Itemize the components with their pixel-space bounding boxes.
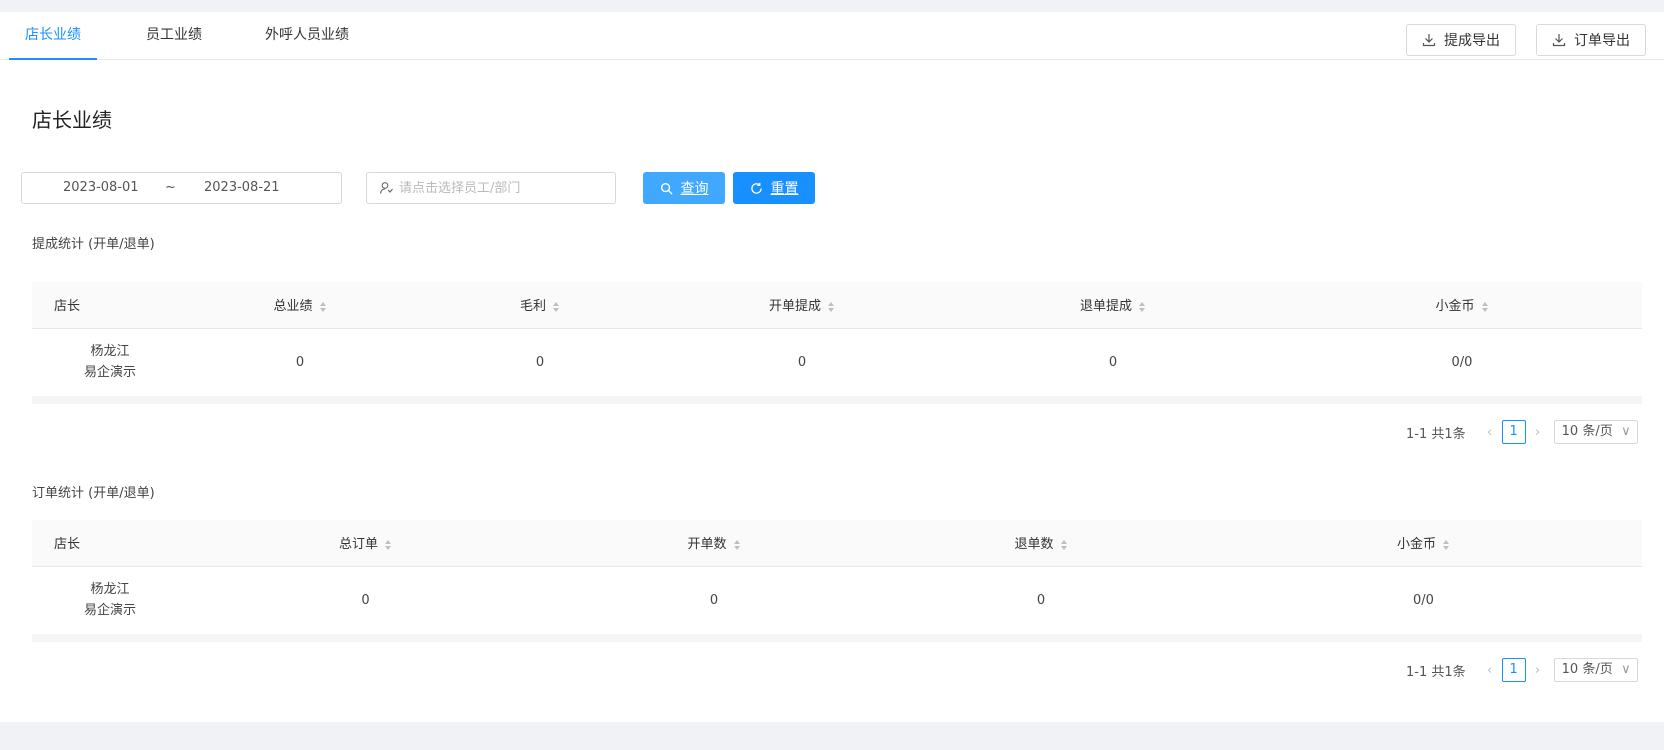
commission-table: 店长 总业绩 毛利 开单提成 退单提成 小金币 杨龙江 易企演示 0 0 0 0 … [32, 282, 1642, 397]
download-icon [1552, 34, 1566, 47]
date-range-picker[interactable]: 2023-08-01 ~ 2023-08-21 [21, 172, 342, 204]
commission-pagination: 1-1 共1条 ‹ 1 › 10 条/页 ∨ [1406, 420, 1638, 444]
page-number[interactable]: 1 [1501, 420, 1526, 444]
sort-icon[interactable] [1060, 539, 1068, 551]
date-end[interactable]: 2023-08-21 [204, 180, 280, 195]
page-number[interactable]: 1 [1501, 658, 1526, 682]
column-header[interactable]: 开单提成 [660, 282, 944, 329]
table-header-row: 店长 总订单 开单数 退单数 小金币 [32, 520, 1642, 567]
open-orders-cell: 0 [551, 566, 877, 635]
column-header[interactable]: 小金币 [1205, 520, 1642, 567]
sort-icon[interactable] [552, 301, 560, 313]
commission-export-label: 提成导出 [1444, 33, 1500, 49]
date-separator: ~ [165, 180, 176, 195]
table-row: 杨龙江 易企演示 0 0 0 0 0/0 [32, 328, 1642, 397]
download-icon [1422, 34, 1436, 47]
reset-label: 重置 [770, 181, 799, 197]
employee-select[interactable] [366, 172, 616, 204]
sort-icon[interactable] [733, 539, 741, 551]
gold-coin-cell: 0/0 [1205, 566, 1642, 635]
employee-input[interactable] [399, 180, 599, 196]
date-start[interactable]: 2023-08-01 [63, 180, 139, 195]
sort-icon[interactable] [319, 301, 327, 313]
sort-icon[interactable] [1442, 539, 1450, 551]
horizontal-scrollbar[interactable] [32, 396, 1642, 404]
tab-bar: 店长业绩 员工业绩 外呼人员业绩 提成导出 订单导出 [0, 12, 1664, 60]
total-performance-cell: 0 [180, 328, 420, 397]
column-header[interactable]: 总订单 [180, 520, 551, 567]
search-icon [660, 182, 673, 195]
sort-icon[interactable] [1481, 301, 1489, 313]
commission-export-button[interactable]: 提成导出 [1406, 24, 1516, 56]
main-card: 店长业绩 员工业绩 外呼人员业绩 提成导出 订单导出 店长业绩 2023-08-… [0, 12, 1664, 722]
open-commission-cell: 0 [660, 328, 944, 397]
manager-cell: 杨龙江 易企演示 [32, 328, 180, 397]
table-header-row: 店长 总业绩 毛利 开单提成 退单提成 小金币 [32, 282, 1642, 329]
commission-section-title: 提成统计 (开单/退单) [32, 237, 155, 252]
tab-outbound-staff[interactable]: 外呼人员业绩 [258, 12, 356, 60]
order-export-label: 订单导出 [1574, 33, 1630, 49]
reload-icon [750, 182, 762, 194]
sort-icon[interactable] [1138, 301, 1146, 313]
horizontal-scrollbar[interactable] [32, 634, 1642, 642]
sort-icon[interactable] [827, 301, 835, 313]
reset-button[interactable]: 重置 [733, 172, 815, 204]
total-orders-cell: 0 [180, 566, 551, 635]
order-table: 店长 总订单 开单数 退单数 小金币 杨龙江 易企演示 0 0 0 0/0 [32, 520, 1642, 635]
page-title: 店长业绩 [32, 108, 112, 132]
column-header[interactable]: 毛利 [420, 282, 660, 329]
column-header: 店长 [32, 520, 180, 567]
order-pagination: 1-1 共1条 ‹ 1 › 10 条/页 ∨ [1406, 658, 1638, 682]
column-header[interactable]: 退单数 [877, 520, 1205, 567]
pagination-total: 1-1 共1条 [1406, 426, 1466, 442]
query-button[interactable]: 查询 [643, 172, 725, 204]
refund-orders-cell: 0 [877, 566, 1205, 635]
refund-commission-cell: 0 [944, 328, 1282, 397]
next-page-icon[interactable]: › [1532, 425, 1544, 440]
column-header[interactable]: 总业绩 [180, 282, 420, 329]
pagination-total: 1-1 共1条 [1406, 664, 1466, 680]
order-section-title: 订单统计 (开单/退单) [32, 486, 155, 501]
column-header[interactable]: 小金币 [1282, 282, 1642, 329]
table-row: 杨龙江 易企演示 0 0 0 0/0 [32, 566, 1642, 635]
gold-coin-cell: 0/0 [1282, 328, 1642, 397]
tab-employee[interactable]: 员工业绩 [134, 12, 214, 60]
user-select-icon [379, 182, 393, 194]
prev-page-icon[interactable]: ‹ [1484, 663, 1496, 678]
chevron-down-icon: ∨ [1621, 424, 1631, 439]
tab-store-manager[interactable]: 店长业绩 [9, 12, 97, 60]
page-size-select[interactable]: 10 条/页 ∨ [1553, 658, 1638, 682]
next-page-icon[interactable]: › [1532, 663, 1544, 678]
query-label: 查询 [680, 181, 709, 197]
column-header[interactable]: 开单数 [551, 520, 877, 567]
gross-profit-cell: 0 [420, 328, 660, 397]
column-header: 店长 [32, 282, 180, 329]
order-export-button[interactable]: 订单导出 [1536, 24, 1646, 56]
page-size-select[interactable]: 10 条/页 ∨ [1553, 420, 1638, 444]
manager-cell: 杨龙江 易企演示 [32, 566, 180, 635]
prev-page-icon[interactable]: ‹ [1484, 425, 1496, 440]
chevron-down-icon: ∨ [1621, 662, 1631, 677]
sort-icon[interactable] [384, 539, 392, 551]
column-header[interactable]: 退单提成 [944, 282, 1282, 329]
